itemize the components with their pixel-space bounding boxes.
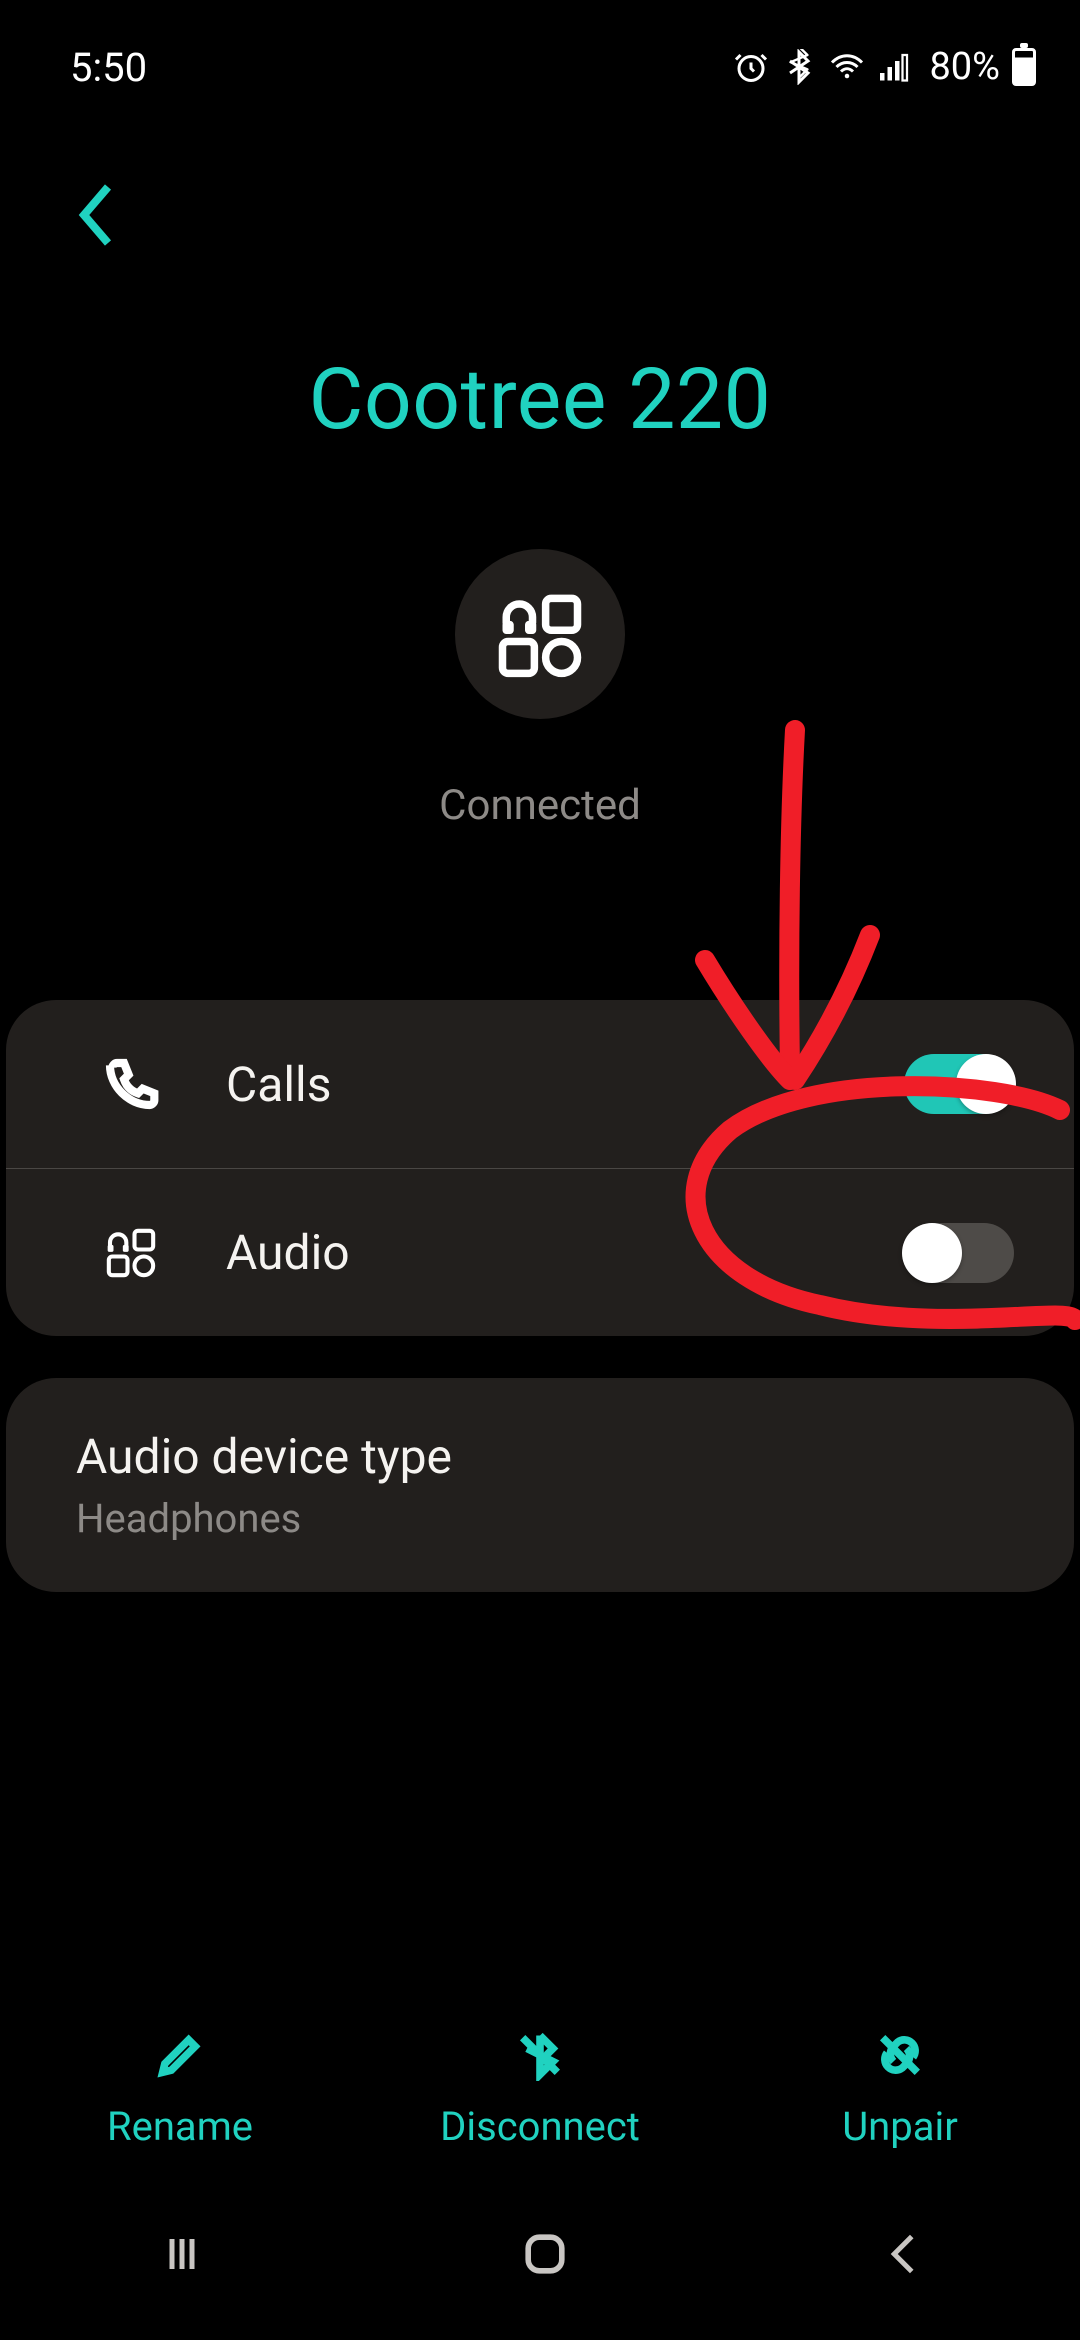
wifi-icon <box>829 49 865 85</box>
bluetooth-icon <box>781 49 817 85</box>
signal-icon <box>877 49 913 85</box>
bluetooth-off-icon <box>514 2029 566 2081</box>
rename-label: Rename <box>107 2103 253 2150</box>
back-button[interactable] <box>76 180 116 254</box>
audio-device-type-value: Headphones <box>76 1495 1004 1542</box>
pencil-icon <box>154 2029 206 2081</box>
audio-device-type-label: Audio device type <box>76 1428 1004 1485</box>
battery-icon <box>1012 48 1036 86</box>
calls-toggle[interactable] <box>904 1054 1014 1114</box>
audio-label: Audio <box>226 1224 904 1281</box>
disconnect-button[interactable]: Disconnect <box>362 2029 718 2150</box>
bottom-actions: Rename Disconnect Unpair <box>0 2029 1080 2150</box>
chevron-left-icon <box>76 180 116 250</box>
device-type-icon <box>495 589 585 679</box>
battery-percent: 80% <box>929 45 1000 89</box>
device-title: Cootree 220 <box>0 350 1080 449</box>
unlink-icon <box>874 2029 926 2081</box>
connection-status: Connected <box>439 781 641 830</box>
calls-label: Calls <box>226 1056 904 1113</box>
audio-toggle[interactable] <box>904 1223 1014 1283</box>
system-nav-bar <box>0 2204 1080 2304</box>
phone-icon <box>103 1056 159 1112</box>
device-avatar[interactable] <box>455 549 625 719</box>
status-icons: 80% <box>733 45 1036 89</box>
calls-row[interactable]: Calls <box>6 1000 1074 1168</box>
unpair-button[interactable]: Unpair <box>722 2029 1078 2150</box>
audio-row[interactable]: Audio <box>6 1168 1074 1336</box>
status-time: 5:50 <box>70 44 147 91</box>
nav-back-button[interactable] <box>878 2229 928 2279</box>
media-icon <box>103 1225 159 1281</box>
unpair-label: Unpair <box>842 2103 958 2150</box>
rename-button[interactable]: Rename <box>2 2029 358 2150</box>
alarm-icon <box>733 49 769 85</box>
home-button[interactable] <box>517 2226 573 2282</box>
status-bar: 5:50 80% <box>0 0 1080 100</box>
profiles-card: Calls Audio <box>6 1000 1074 1336</box>
disconnect-label: Disconnect <box>440 2103 640 2150</box>
audio-device-type-row[interactable]: Audio device type Headphones <box>6 1378 1074 1592</box>
recents-button[interactable] <box>152 2229 212 2279</box>
